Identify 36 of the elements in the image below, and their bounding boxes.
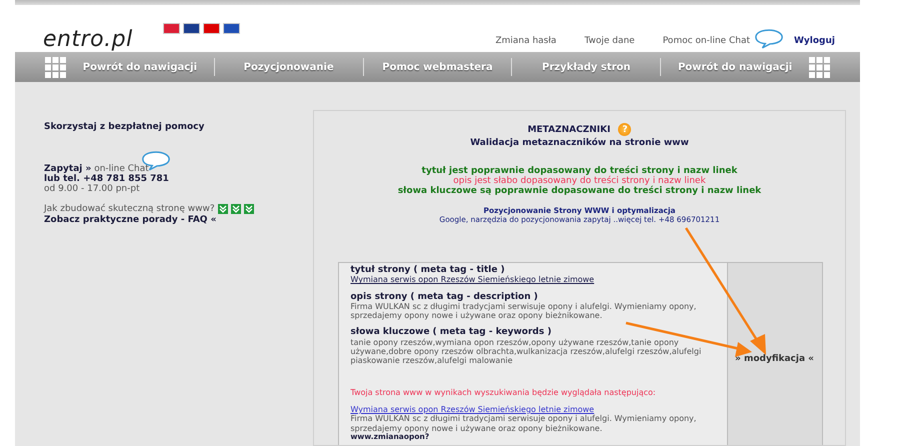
- meta-value[interactable]: Wymiana serwis opon Rzeszów Siemieńskiego letnie zimowe: [350, 275, 594, 284]
- flag-icon[interactable]: [202, 23, 220, 34]
- ask-label: Zapytaj »: [44, 164, 92, 174]
- preview-text: Firma WULKAN sc z długimi tradycjami serwisuje opony i alufelgi. Wymieniamy opony, sprzedajemy opony nowe i używane oraz opony bieżnikowane.: [350, 414, 698, 433]
- logout-link[interactable]: Wyloguj: [794, 36, 835, 46]
- question-text: Jak zbudować skuteczną stronę www?: [44, 204, 215, 214]
- validation-result: opis jest słabo dopasowany do treści strony i nazw linek: [452, 176, 707, 186]
- hours-text: od 9.00 - 17.00 pn-pt: [44, 184, 141, 194]
- down-arrow-icon: [244, 204, 254, 214]
- meta-label: tytuł strony ( meta tag - title ): [350, 266, 506, 276]
- section-subtitle: Walidacja metaznaczników na stronie www: [470, 138, 689, 148]
- header-link[interactable]: Pomoc on-line Chat: [662, 36, 750, 46]
- meta-value: Firma WULKAN sc z długimi tradycjami serwisuje opony i alufelgi. Wymieniamy opony, sprzedajemy opony nowe i używane oraz opony bieżnikowane.: [350, 302, 698, 320]
- header-link[interactable]: Zmiana hasła: [495, 36, 556, 46]
- validation-result: tytuł jest poprawnie dopasowany do treści strony i nazw linek: [420, 166, 738, 176]
- down-arrow-icon: [218, 204, 228, 214]
- chat-bubble-icon: [754, 28, 784, 49]
- flag-icon[interactable]: [162, 23, 180, 34]
- grid-icon[interactable]: [45, 56, 66, 78]
- preview-intro: Twoja strona www w wynikach wyszukiwania będzie wyglądała następująco:: [350, 388, 657, 397]
- meta-label: opis strony ( meta tag - description ): [350, 292, 539, 302]
- flag-icon[interactable]: [182, 23, 200, 34]
- faq-link[interactable]: Zobacz praktyczne porady - FAQ «: [44, 215, 313, 225]
- validation-result: słowa kluczowe są poprawnie dopasowane do treści strony i nazw linek: [398, 186, 762, 196]
- logo[interactable]: entro.pl: [43, 27, 133, 52]
- phone-text: lub tel. +48 781 855 781: [44, 174, 170, 184]
- chat-link[interactable]: on-line Chat: [94, 164, 149, 174]
- flag-icon[interactable]: [222, 23, 240, 34]
- down-arrow-icon: [230, 204, 241, 214]
- section-title: METAZNACZNIKI: [528, 124, 610, 134]
- meta-label: słowa kluczowe ( meta tag - keywords ): [350, 328, 552, 338]
- meta-value: tanie opony rzeszów,wymiana opon rzeszów,opony używane rzeszów,tanie opony używane,dobre opony rzeszów olbrachta,wulkanizacja rzeszów,alufelgi rzeszów,alufelgi piaskowanie rzeszów,alufelgi malowanie: [350, 338, 702, 366]
- sidebar-heading: Skorzystaj z bezpłatnej pomocy: [44, 122, 206, 132]
- header-link[interactable]: Twoje dane: [584, 36, 635, 46]
- grid-icon[interactable]: [808, 56, 830, 78]
- preview-title-link[interactable]: Wymiana serwis opon Rzeszów Siemieńskiego letnie zimowe: [350, 404, 594, 414]
